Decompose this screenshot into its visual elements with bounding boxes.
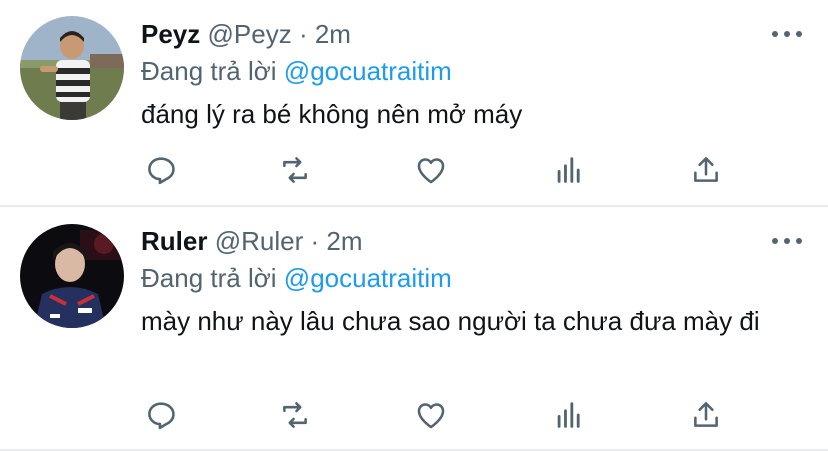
more-icon[interactable] [772, 235, 802, 247]
reply-button[interactable] [141, 395, 181, 435]
reply-button[interactable] [141, 150, 181, 190]
reply-mention-link[interactable]: @gocuatraitim [284, 56, 452, 86]
share-button[interactable] [686, 395, 726, 435]
like-icon [417, 158, 445, 184]
like-icon [417, 403, 445, 429]
avatar-photo [20, 16, 124, 120]
display-name[interactable]: Ruler [141, 226, 207, 256]
avatar[interactable] [20, 224, 124, 328]
retweet-button[interactable] [275, 395, 315, 435]
reply-prefix: Đang trả lời [141, 56, 277, 86]
reply-context: Đang trả lời @gocuatraitim [141, 260, 452, 296]
separator: · [298, 19, 308, 49]
share-icon [694, 402, 718, 427]
share-icon [694, 157, 718, 182]
action-bar [141, 150, 721, 198]
reply-icon [148, 157, 175, 185]
analytics-button[interactable] [549, 395, 589, 435]
analytics-icon [557, 402, 580, 428]
timestamp[interactable]: 2m [326, 226, 362, 256]
tweet[interactable]: Ruler @Ruler · 2m Đang trả lời @gocuatra… [0, 207, 828, 451]
reply-mention-link[interactable]: @gocuatraitim [284, 263, 452, 293]
tweet-text: đáng lý ra bé không nên mở máy [141, 99, 523, 129]
retweet-icon [283, 402, 307, 428]
tweet-text: mày như này lâu chưa sao người ta chưa đ… [141, 306, 760, 336]
retweet-icon [283, 157, 307, 183]
tweet-header: Peyz @Peyz · 2m [141, 16, 351, 52]
separator: · [310, 226, 320, 256]
like-button[interactable] [411, 395, 451, 435]
reply-icon [148, 402, 175, 430]
analytics-icon [557, 157, 580, 183]
reply-prefix: Đang trả lời [141, 263, 277, 293]
avatar-photo [20, 224, 124, 328]
tweet[interactable]: Peyz @Peyz · 2m Đang trả lời @gocuatrait… [0, 0, 828, 207]
username[interactable]: @Ruler [215, 226, 304, 256]
display-name[interactable]: Peyz [141, 19, 200, 49]
like-button[interactable] [411, 150, 451, 190]
more-icon[interactable] [772, 28, 802, 40]
reply-context: Đang trả lời @gocuatraitim [141, 53, 452, 89]
analytics-button[interactable] [549, 150, 589, 190]
share-button[interactable] [686, 150, 726, 190]
action-bar [141, 395, 721, 443]
timestamp[interactable]: 2m [315, 19, 351, 49]
username[interactable]: @Peyz [208, 19, 292, 49]
avatar[interactable] [20, 16, 124, 120]
tweet-header: Ruler @Ruler · 2m [141, 223, 363, 259]
retweet-button[interactable] [275, 150, 315, 190]
